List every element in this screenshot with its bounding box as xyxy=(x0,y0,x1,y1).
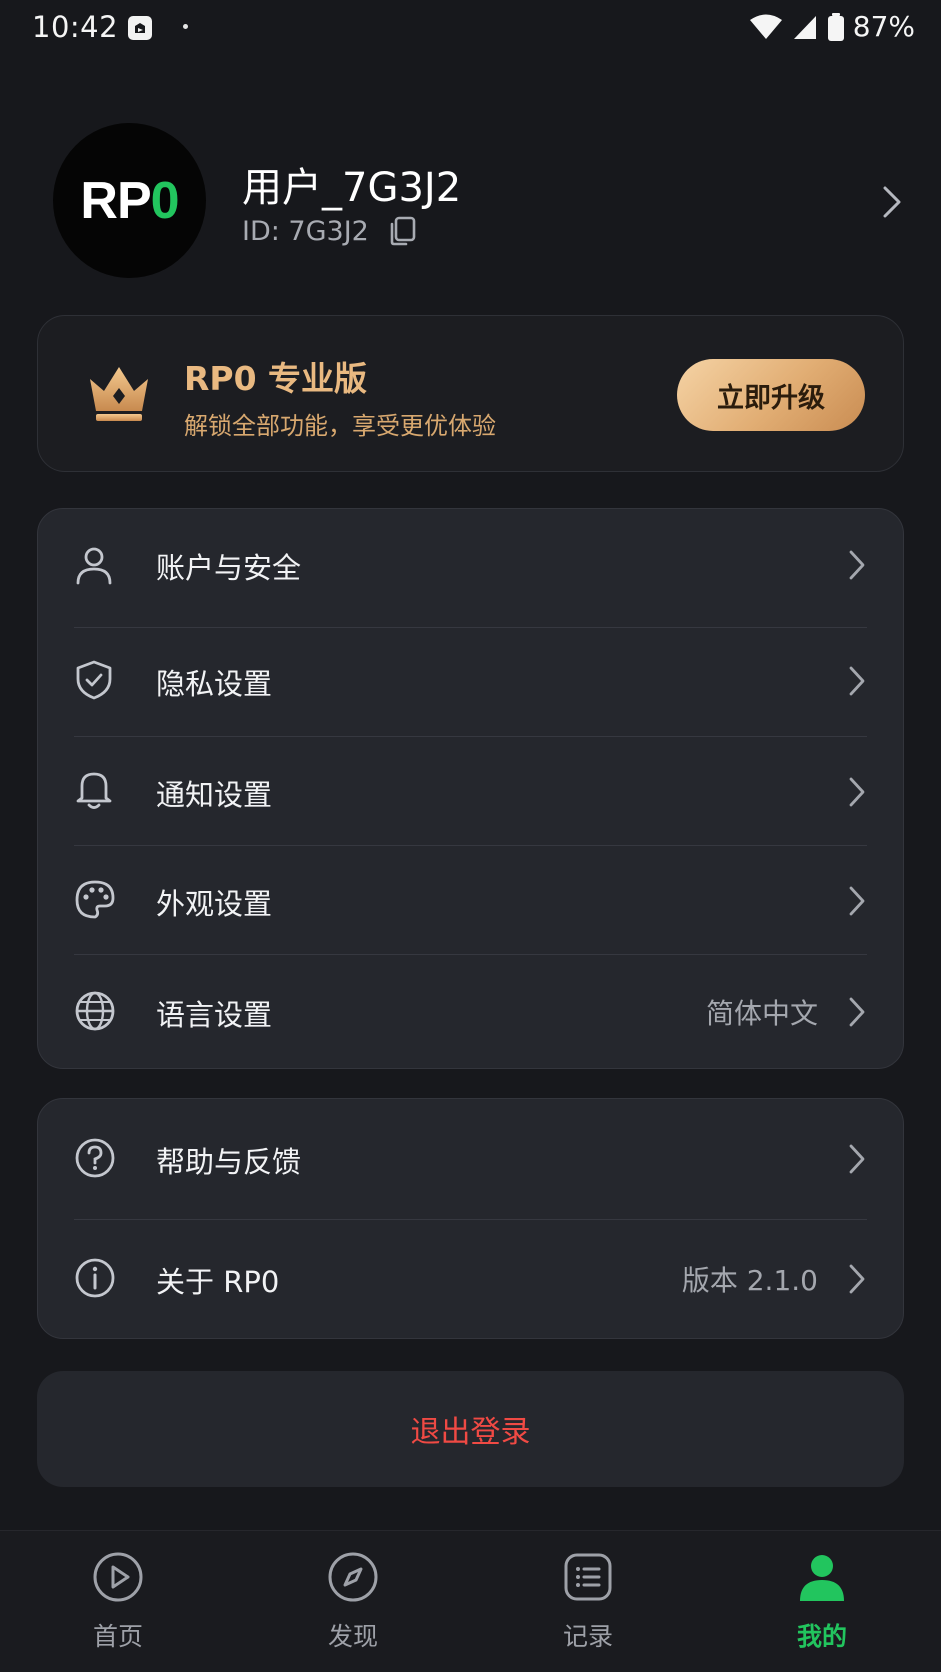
logout-button[interactable]: 退出登录 xyxy=(37,1371,904,1487)
battery-icon xyxy=(827,12,844,41)
pro-subtitle: 解锁全部功能，享受更优体验 xyxy=(184,412,496,440)
menu-label: 通知设置 xyxy=(156,778,273,812)
chevron-right-icon[interactable] xyxy=(881,185,903,219)
bottom-nav: 首页 发现 记录 我的 xyxy=(0,1530,941,1672)
app-notification-icon xyxy=(128,16,152,40)
list-icon xyxy=(564,1553,612,1601)
palette-icon xyxy=(75,880,115,919)
nav-label: 记录 xyxy=(562,1622,613,1651)
person-icon xyxy=(800,1555,844,1601)
menu-label: 账户与安全 xyxy=(156,551,302,585)
chevron-right-icon xyxy=(849,1144,865,1174)
status-indicators: 87% xyxy=(749,10,915,43)
menu-label: 隐私设置 xyxy=(156,667,273,701)
play-circle-icon xyxy=(93,1552,143,1602)
nav-label: 首页 xyxy=(92,1622,143,1651)
menu-item-notifications[interactable]: 通知设置 xyxy=(38,738,905,846)
divider xyxy=(74,627,867,628)
status-time: 10:42 xyxy=(32,10,119,44)
user-id-row: ID: 7G3J2 xyxy=(242,215,417,247)
chevron-right-icon xyxy=(849,666,865,696)
nav-tab-home[interactable]: 首页 xyxy=(38,1531,198,1672)
globe-icon xyxy=(75,991,115,1031)
divider xyxy=(74,736,867,737)
menu-label: 关于 RP0 xyxy=(156,1265,280,1299)
shield-icon xyxy=(76,660,112,700)
avatar[interactable]: RP0 xyxy=(53,123,206,278)
profile-header[interactable]: RP0 用户_7G3J2 ID: 7G3J2 xyxy=(53,123,903,278)
nav-tab-mine[interactable]: 我的 xyxy=(742,1531,902,1672)
chevron-right-icon xyxy=(849,997,865,1027)
menu-label: 语言设置 xyxy=(156,998,273,1032)
info-icon xyxy=(75,1258,115,1298)
bell-icon xyxy=(76,772,112,809)
wifi-icon xyxy=(749,14,782,39)
divider xyxy=(74,845,867,846)
avatar-logo: RP0 xyxy=(80,171,179,230)
menu-item-account-security[interactable]: 账户与安全 xyxy=(38,509,905,619)
copy-icon[interactable] xyxy=(387,215,417,247)
divider xyxy=(74,954,867,955)
menu-label: 外观设置 xyxy=(156,887,273,921)
divider xyxy=(74,1219,867,1220)
pro-upgrade-banner: RP0 专业版 解锁全部功能，享受更优体验 立即升级 xyxy=(37,315,904,472)
chevron-right-icon xyxy=(849,777,865,807)
profile-screen: 10:42 87% RP0 用户_7G3J2 ID: 7G3J2 RP0 专业版… xyxy=(0,0,941,1672)
version-value: 版本 2.1.0 xyxy=(681,1264,818,1297)
compass-icon xyxy=(328,1552,378,1602)
crown-icon xyxy=(90,367,148,421)
signal-icon xyxy=(793,15,816,39)
chevron-right-icon xyxy=(849,550,865,580)
pro-title: RP0 专业版 xyxy=(184,359,368,398)
nav-tab-records[interactable]: 记录 xyxy=(508,1531,668,1672)
language-value: 简体中文 xyxy=(705,997,818,1030)
help-icon xyxy=(75,1138,115,1178)
nav-tab-discover[interactable]: 发现 xyxy=(273,1531,433,1672)
chevron-right-icon xyxy=(849,886,865,916)
battery-percent: 87% xyxy=(852,10,915,43)
menu-item-about[interactable]: 关于 RP0 版本 2.1.0 xyxy=(38,1221,905,1339)
menu-item-privacy[interactable]: 隐私设置 xyxy=(38,629,905,735)
upgrade-button[interactable]: 立即升级 xyxy=(677,359,865,431)
status-bar: 10:42 87% xyxy=(0,0,941,56)
notification-dot xyxy=(183,24,188,29)
user-icon xyxy=(76,547,112,585)
menu-item-appearance[interactable]: 外观设置 xyxy=(38,847,905,955)
user-id: ID: 7G3J2 xyxy=(242,215,369,247)
nav-label: 发现 xyxy=(327,1622,378,1651)
menu-item-help-feedback[interactable]: 帮助与反馈 xyxy=(38,1099,905,1217)
username: 用户_7G3J2 xyxy=(242,165,462,211)
settings-menu-card: 账户与安全 隐私设置 通知设置 外观设置 语言设置 简体中文 xyxy=(37,508,904,1069)
nav-label: 我的 xyxy=(796,1622,847,1651)
menu-label: 帮助与反馈 xyxy=(156,1145,302,1179)
chevron-right-icon xyxy=(849,1264,865,1294)
menu-item-language[interactable]: 语言设置 简体中文 xyxy=(38,956,905,1068)
support-menu-card: 帮助与反馈 关于 RP0 版本 2.1.0 xyxy=(37,1098,904,1339)
